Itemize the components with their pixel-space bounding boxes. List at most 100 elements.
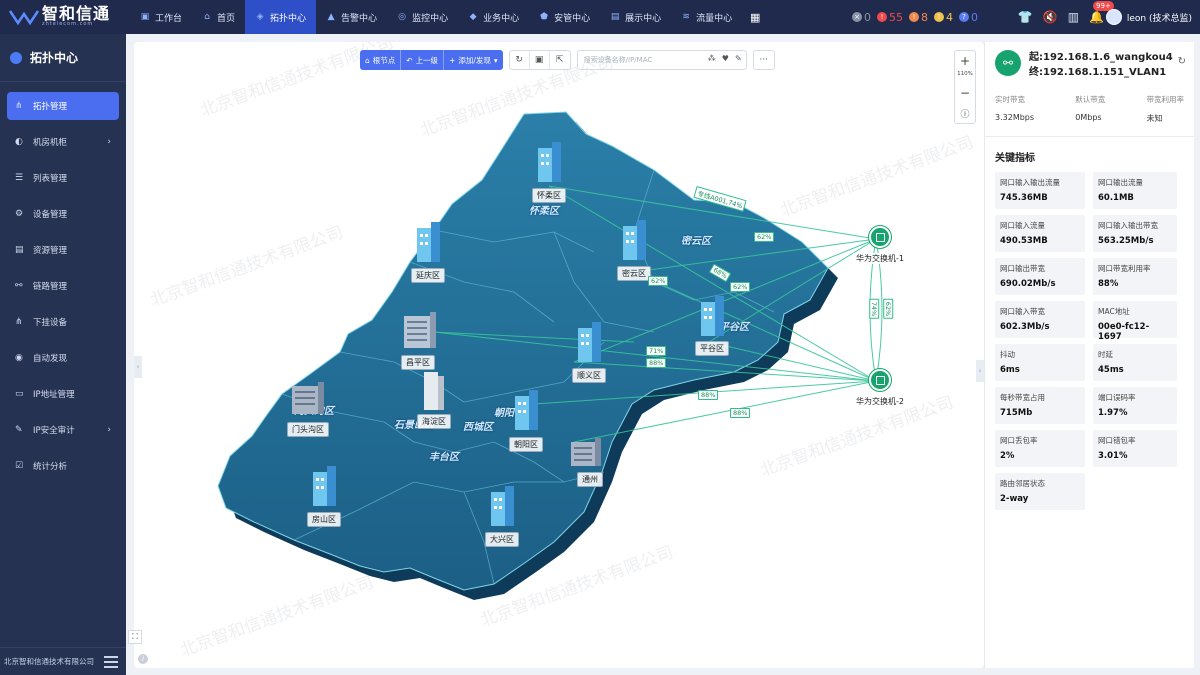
- add-discover-button[interactable]: + 添加/发现 ▾: [444, 50, 503, 70]
- nav-item-display[interactable]: ▤ 展示中心: [600, 0, 671, 34]
- district-node-pinggu[interactable]: 平谷区: [695, 341, 729, 356]
- bell-icon[interactable]: 🔔 99+: [1089, 1, 1114, 24]
- help-icon[interactable]: ⓘ: [954, 103, 976, 123]
- link-label[interactable]: 88%: [730, 408, 751, 418]
- key-metrics-grid: 网口输入输出流量 745.36MB 网口输出流量 60.1MB 网口输入流量 490.…: [985, 172, 1194, 510]
- sidebar-item-resource-manage[interactable]: ▤ 资源管理: [7, 236, 119, 264]
- topology-canvas[interactable]: 北京智和信通技术有限公司 北京智和信通技术有限公司 北京智和信通技术有限公司 北…: [134, 42, 984, 668]
- mute-icon[interactable]: 🔇: [1043, 10, 1058, 24]
- district-node-miyun[interactable]: 密云区: [617, 266, 651, 281]
- sidebar-item-statistics[interactable]: ☑ 统计分析: [7, 452, 119, 480]
- tower-building-icon: [424, 372, 444, 410]
- nav-item-alarm[interactable]: ▲ 告警中心: [316, 0, 387, 34]
- sidebar-item-auto-discover[interactable]: ◉ 自动发现: [7, 344, 119, 372]
- zoom-out-button[interactable]: −: [954, 83, 976, 103]
- link-label[interactable]: 88%: [646, 358, 667, 368]
- theme-shirt-icon[interactable]: 👕: [1018, 10, 1033, 24]
- refresh-button[interactable]: ↻: [510, 51, 530, 69]
- layout-icon[interactable]: ▥: [1068, 10, 1079, 24]
- district-node-huairou[interactable]: 怀柔区: [532, 188, 566, 203]
- collapse-left-panel-button[interactable]: ‹: [134, 356, 142, 378]
- district-node-mentougou[interactable]: 门头沟区: [287, 422, 329, 437]
- district-node-tongzhou[interactable]: 通州: [577, 472, 603, 487]
- root-node-button[interactable]: ⌂ 根节点: [360, 50, 402, 70]
- collapse-right-panel-button[interactable]: ›: [976, 360, 984, 382]
- switch-node-1[interactable]: [869, 226, 891, 248]
- status-count-major[interactable]: ! 8: [909, 11, 928, 24]
- brand-logo[interactable]: 智和信通 zhtelecom.com: [0, 0, 130, 34]
- status-dot-icon: ?: [959, 12, 969, 22]
- map-text-huairou: 怀柔区: [529, 206, 559, 217]
- sidebar-item-room-cabinet[interactable]: ◐ 机房机柜 ›: [7, 128, 119, 156]
- nav-item-topology[interactable]: ◈ 拓扑中心: [245, 0, 317, 34]
- link-label[interactable]: 62%: [648, 276, 669, 286]
- status-count-minor[interactable]: ! 4: [934, 11, 953, 24]
- link-label[interactable]: 62%: [754, 232, 775, 242]
- link-label[interactable]: 74%: [869, 298, 880, 320]
- nav-item-business[interactable]: ◆ 业务中心: [458, 0, 529, 34]
- metric-label: MAC地址: [1098, 307, 1130, 316]
- sidebar-item-topology-manage[interactable]: ⋔ 拓扑管理: [7, 92, 119, 120]
- nav-item-traffic[interactable]: ≋ 流量中心: [671, 0, 742, 34]
- more-button[interactable]: ···: [752, 50, 775, 70]
- link-label[interactable]: 62%: [883, 298, 894, 320]
- wrench-icon: ✎: [15, 425, 23, 435]
- beijing-map[interactable]: [134, 42, 984, 668]
- status-count-notice[interactable]: ? 0: [959, 11, 978, 24]
- sidebar-item-ip-audit[interactable]: ✎ IP安全审计 ›: [7, 416, 119, 444]
- menu-toggle-icon[interactable]: [104, 655, 118, 668]
- nav-item-home[interactable]: ⌂ 首页: [192, 0, 245, 34]
- export-icon: ⇱: [555, 55, 564, 65]
- district-node-daxing[interactable]: 大兴区: [485, 532, 519, 547]
- search-tools: ⁂ ♥ ✎: [708, 54, 742, 63]
- zoom-in-button[interactable]: +: [954, 51, 976, 71]
- link-label[interactable]: 71%: [646, 346, 667, 356]
- fullscreen-button[interactable]: ⛶: [128, 630, 142, 644]
- nav-item-monitor[interactable]: ◎ 监控中心: [387, 0, 458, 34]
- sidebar-item-list-manage[interactable]: ☰ 列表管理: [7, 164, 119, 192]
- apps-grid-icon[interactable]: ▦: [742, 0, 768, 34]
- save-button[interactable]: ▣: [530, 51, 550, 69]
- nav-label: 安管中心: [554, 13, 591, 24]
- district-node-fangshan[interactable]: 房山区: [307, 512, 341, 527]
- metric-label: 网口带宽利用率: [1098, 264, 1151, 273]
- user-menu[interactable]: leon (技术总监): [1105, 0, 1192, 34]
- switch-node-2[interactable]: [869, 369, 891, 391]
- sidebar-item-attached-device[interactable]: ⋔ 下挂设备: [7, 308, 119, 336]
- district-node-haidian[interactable]: 海淀区: [417, 414, 451, 429]
- export-button[interactable]: ⇱: [550, 51, 570, 69]
- device-search-input[interactable]: 搜索设备名称/IP/MAC ⁂ ♥ ✎: [576, 50, 747, 70]
- undo-icon: ↶: [406, 55, 413, 65]
- company-name: 北京智和信通技术有限公司: [4, 657, 94, 666]
- panel-refresh-icon[interactable]: ↻: [1178, 56, 1186, 67]
- edit-icon[interactable]: ✎: [735, 54, 742, 63]
- district-node-yanqing[interactable]: 延庆区: [411, 268, 445, 283]
- office-building-icon: [404, 312, 436, 348]
- metric-label: 端口误码率: [1098, 393, 1136, 402]
- building-icon: [491, 486, 514, 526]
- sidebar-item-link-manage[interactable]: ⚯ 链路管理: [7, 272, 119, 300]
- link-label[interactable]: 88%: [698, 390, 719, 400]
- nav-item-workbench[interactable]: ▣ 工作台: [130, 0, 192, 34]
- heart-icon[interactable]: ♥: [722, 54, 729, 63]
- sidebar-item-label: IP安全审计: [33, 426, 75, 436]
- search-placeholder: 搜索设备名称/IP/MAC: [583, 56, 653, 64]
- status-count-info[interactable]: × 0: [852, 11, 871, 24]
- nav-item-security[interactable]: ⬟ 安管中心: [529, 0, 600, 34]
- zoom-level: 110%: [957, 71, 973, 77]
- link-label[interactable]: 62%: [730, 282, 751, 292]
- sidebar-item-device-manage[interactable]: ⚙ 设备管理: [7, 200, 119, 228]
- metric-value: 2%: [1000, 451, 1015, 461]
- district-node-shunyi[interactable]: 顺义区: [572, 368, 606, 383]
- info-icon[interactable]: i: [138, 654, 148, 664]
- layout-nodes-icon[interactable]: ⁂: [708, 54, 716, 63]
- canvas-action-group: ↻ ▣ ⇱: [508, 50, 571, 70]
- zoom-control: + 110% − ⓘ: [954, 50, 976, 124]
- district-node-chaoyang[interactable]: 朝阳区: [509, 437, 543, 452]
- status-count-critical[interactable]: ! 55: [877, 11, 903, 24]
- back-button[interactable]: ↶ 上一级: [401, 50, 445, 70]
- sidebar-item-ip-manage[interactable]: ▭ IP地址管理: [7, 380, 119, 408]
- building-icon: [417, 222, 440, 262]
- resource-icon: ▤: [15, 245, 24, 255]
- metric-value: 45ms: [1098, 365, 1124, 375]
